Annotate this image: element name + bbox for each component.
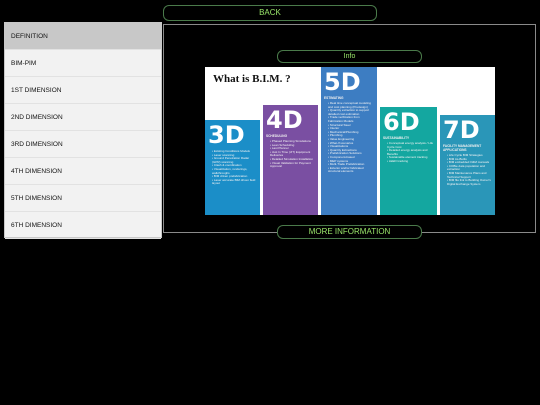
column-subtitle: ESTIMATING [324,96,344,100]
column-heading: 7D [443,116,480,144]
column-heading: 3D [208,121,245,149]
list-item: Laser accurate BIM driven field layout [212,178,257,186]
sidebar-item-3rd-dimension[interactable]: 3RD DIMENSION [5,131,161,158]
column-subtitle: SCHEDULING [266,134,288,138]
sidebar-item-definition[interactable]: DEFINITION [5,23,161,50]
column-list: Real time conceptual modeling and cost p… [324,101,374,174]
info-button[interactable]: Info [277,50,422,63]
more-information-button[interactable]: MORE INFORMATION [277,225,422,239]
column-list: Life Cycle BIM StrategiesBIM As-BuiltsBI… [443,153,492,186]
sidebar-item-bim-pim[interactable]: BIM-PIM [5,50,161,77]
column-list: Existing Conditions ModelsLaser scanning… [208,149,257,186]
sidebar-item-6th-dimension[interactable]: 6TH DIMENSION [5,212,161,239]
column-list: Conceptual energy analysis / Life Cycle … [383,141,434,164]
column-list: Phased Planning SimulationsLean Scheduli… [266,139,315,169]
column-5d: 5D ESTIMATING Real time conceptual model… [321,67,377,215]
column-subtitle: FACILITY MANAGEMENT APPLICATIONS [443,144,482,152]
column-4d: 4D SCHEDULING Phased Planning Simulation… [263,105,318,215]
back-button[interactable]: BACK [163,5,377,21]
bim-infographic: What is B.I.M. ? 3D Existing Conditions … [205,67,495,215]
column-heading: 5D [324,68,361,96]
sidebar-item-2nd-dimension[interactable]: 2ND DIMENSION [5,104,161,131]
list-item: Visual Validation for Payment Approval [270,161,315,169]
column-7d: 7D FACILITY MANAGEMENT APPLICATIONS Life… [440,115,495,215]
list-item: LEED tracking [387,159,434,164]
list-item: Exterior and/or fabricated structural el… [328,166,374,174]
list-item: BIM file link to Building Owner's Digita… [447,178,492,186]
column-subtitle: SUSTAINABILITY [383,136,410,140]
sidebar-item-5th-dimension[interactable]: 5TH DIMENSION [5,185,161,212]
column-heading: 4D [266,106,303,134]
sidebar-item-4th-dimension[interactable]: 4TH DIMENSION [5,158,161,185]
sidebar-menu: DEFINITION BIM-PIM 1ST DIMENSION 2ND DIMENS… [4,22,162,239]
sidebar-item-1st-dimension[interactable]: 1ST DIMENSION [5,77,161,104]
column-3d: 3D Existing Conditions ModelsLaser scann… [205,120,260,215]
column-6d: 6D SUSTAINABILITY Conceptual energy anal… [380,107,437,215]
column-heading: 6D [383,108,420,136]
infographic-title: What is B.I.M. ? [213,73,291,85]
